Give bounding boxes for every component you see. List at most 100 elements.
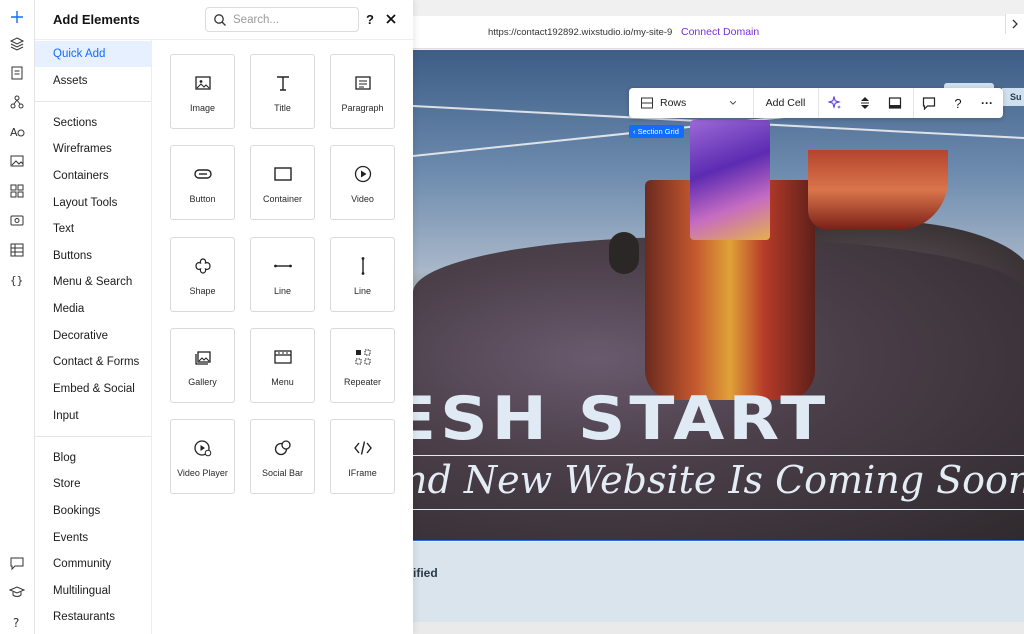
section-pill[interactable]: Su [1002,88,1024,106]
tile-container[interactable]: Container [250,145,315,220]
category-assets[interactable]: Assets [35,68,151,94]
tile-iframe[interactable]: IFrame [330,419,395,494]
hero-section[interactable]: ESH START nd New Website Is Coming Soon [413,50,1024,541]
category-decorative[interactable]: Decorative [35,323,151,349]
layers-icon[interactable] [4,31,30,57]
vertical-line-icon [331,255,394,277]
tile-line-horizontal[interactable]: Line [250,237,315,312]
search-input[interactable] [233,13,353,26]
comments-icon[interactable] [4,550,30,576]
hero-subtitle[interactable]: nd New Website Is Coming Soon [413,458,1024,502]
arrange-icon [861,97,869,109]
background-button[interactable] [881,88,909,118]
sparkle-icon [828,96,841,109]
tile-social-bar[interactable]: Social Bar [250,419,315,494]
hero-title[interactable]: ESH START [413,384,829,453]
category-sections[interactable]: Sections [35,110,151,136]
tile-repeater[interactable]: Repeater [330,328,395,403]
tile-title[interactable]: Title [250,54,315,129]
cms-icon[interactable] [4,237,30,263]
ai-sparkle-button[interactable] [821,88,849,118]
section-grid-tag[interactable]: ‹ Section Grid [629,125,684,138]
category-divider [35,436,151,437]
tile-button[interactable]: Button [170,145,235,220]
category-restaurants[interactable]: Restaurants [35,604,151,630]
category-contact-forms[interactable]: Contact & Forms [35,349,151,375]
video-icon [331,163,394,185]
search-box[interactable] [205,7,359,32]
comment-button[interactable] [915,88,943,118]
tile-menu[interactable]: Menu [250,328,315,403]
canvas-bottom [413,622,1024,634]
add-elements-icon[interactable] [4,4,30,30]
drag-handle[interactable] [609,232,639,274]
category-buttons[interactable]: Buttons [35,243,151,269]
arrange-button[interactable] [851,88,879,118]
section-text: ified [413,566,438,580]
category-quick-add[interactable]: Quick Add [35,41,151,67]
category-bookings[interactable]: Bookings [35,498,151,524]
add-cell-button[interactable]: Add Cell [754,88,817,118]
help-button[interactable]: ? [945,88,971,118]
hero-divider [413,455,1024,456]
left-toolbar: A {} ? [0,0,35,634]
tile-image[interactable]: Image [170,54,235,129]
more-options-button[interactable]: ··· [973,88,1001,118]
chevron-down-icon [729,100,737,105]
category-media[interactable]: Media [35,296,151,322]
svg-text:{}: {} [10,274,23,287]
category-menu-search[interactable]: Menu & Search [35,269,151,295]
category-community[interactable]: Community [35,551,151,577]
tile-video-player[interactable]: Video Player [170,419,235,494]
category-containers[interactable]: Containers [35,163,151,189]
tile-label: Image [189,103,215,113]
tile-label: Button [189,194,216,204]
category-text[interactable]: Text [35,216,151,242]
layout-select[interactable]: Rows [629,88,749,118]
tile-label: Repeater [343,377,382,387]
section-grid-label: Section Grid [637,127,679,136]
category-input[interactable]: Input [35,403,151,429]
container-icon [251,163,314,185]
repeater-icon [331,346,394,368]
button-icon [171,163,234,185]
close-icon[interactable] [383,11,399,27]
add-elements-panel: Add Elements ? Quick Add Assets Sections… [35,0,413,634]
panel-help-button[interactable]: ? [366,12,374,27]
category-store[interactable]: Store [35,471,151,497]
code-icon[interactable]: {} [4,267,30,293]
help-icon[interactable]: ? [4,609,30,634]
tile-label: Paragraph [341,103,384,113]
tile-paragraph[interactable]: Paragraph [330,54,395,129]
svg-text:?: ? [13,616,19,630]
paragraph-icon [331,72,394,94]
hero-divider [413,509,1024,510]
site-structure-icon[interactable] [4,89,30,115]
tile-gallery[interactable]: Gallery [170,328,235,403]
tile-shape[interactable]: Shape [170,237,235,312]
video-player-icon [171,437,234,459]
tile-video[interactable]: Video [330,145,395,220]
media-icon[interactable] [4,148,30,174]
svg-text:A: A [10,126,18,139]
next-section[interactable]: ified [413,542,1024,622]
apps-icon[interactable] [4,178,30,204]
pages-icon[interactable] [4,60,30,86]
connect-domain-link[interactable]: Connect Domain [681,26,759,38]
expand-panel-button[interactable] [1005,14,1024,34]
theme-icon[interactable]: A [4,118,30,144]
tile-label: Line [353,286,371,296]
category-multilingual[interactable]: Multilingual [35,578,151,604]
tile-label: Title [274,103,291,113]
category-events[interactable]: Events [35,525,151,551]
learn-icon[interactable] [4,579,30,605]
category-embed-social[interactable]: Embed & Social [35,376,151,402]
category-blog[interactable]: Blog [35,445,151,471]
social-bar-icon [251,437,314,459]
tile-line-vertical[interactable]: Line [330,237,395,312]
category-wireframes[interactable]: Wireframes [35,136,151,162]
business-apps-icon[interactable] [4,207,30,233]
category-layout-tools[interactable]: Layout Tools [35,190,151,216]
comment-icon [922,97,936,110]
gallery-icon [171,346,234,368]
